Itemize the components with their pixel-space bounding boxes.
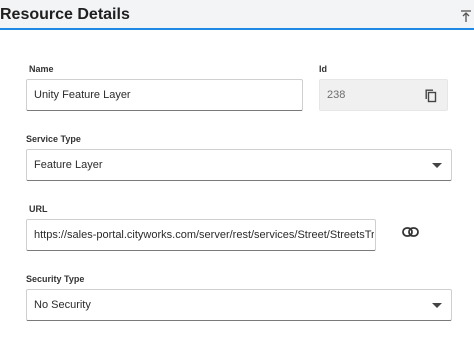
security-type-select[interactable]: No Security: [26, 289, 452, 321]
url-input[interactable]: https://sales-portal.cityworks.com/serve…: [26, 219, 376, 251]
url-label: URL: [29, 204, 48, 214]
page-title: Resource Details: [0, 6, 130, 23]
resource-details-header: Resource Details: [0, 0, 474, 30]
resource-details-form: Name Unity Feature Layer Id 238 Service …: [0, 32, 474, 342]
service-type-label: Service Type: [26, 134, 81, 144]
chevron-down-icon[interactable]: [432, 163, 442, 168]
collapse-up-icon[interactable]: [460, 9, 472, 23]
id-value: 238: [327, 89, 346, 101]
url-value: https://sales-portal.cityworks.com/serve…: [34, 229, 374, 241]
name-value: Unity Feature Layer: [34, 89, 131, 101]
security-type-label: Security Type: [26, 274, 85, 284]
id-label: Id: [319, 64, 327, 74]
copy-icon[interactable]: [425, 89, 437, 103]
service-type-value: Feature Layer: [34, 159, 103, 171]
security-type-value: No Security: [34, 299, 91, 311]
name-label: Name: [29, 64, 54, 74]
service-type-select[interactable]: Feature Layer: [26, 149, 452, 181]
name-input[interactable]: Unity Feature Layer: [26, 79, 303, 111]
link-icon[interactable]: [402, 226, 419, 238]
chevron-down-icon[interactable]: [432, 303, 442, 308]
id-field: 238: [319, 79, 448, 111]
